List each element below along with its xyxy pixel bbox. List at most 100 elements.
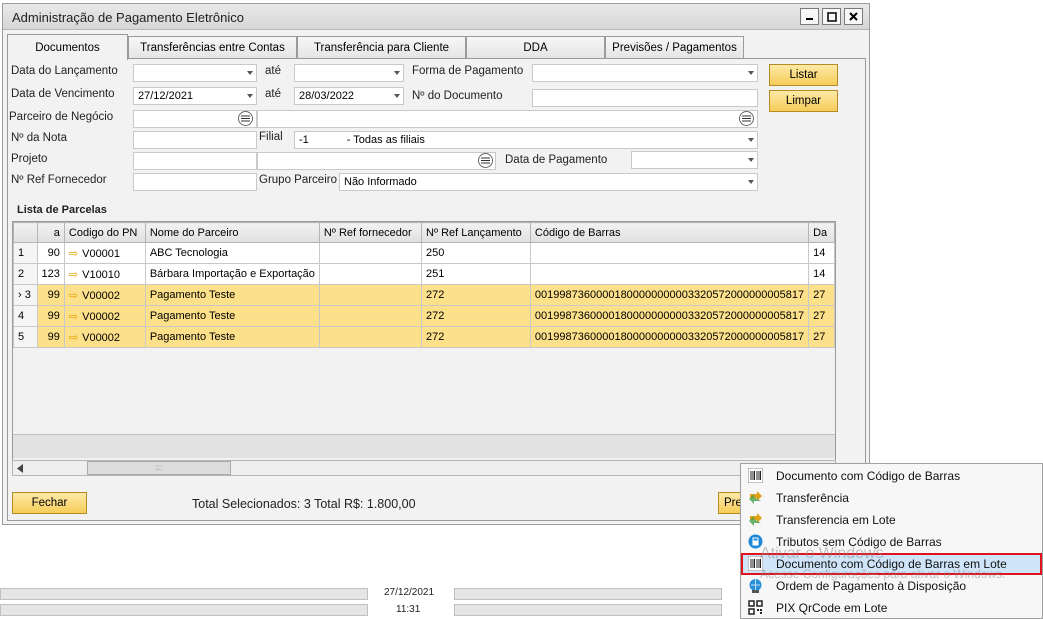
barcode-icon xyxy=(747,555,764,572)
tab-transferencias-entre-contas[interactable]: Transferências entre Contas xyxy=(128,36,297,59)
pagamento-type-menu: Documento com Código de Barras Transferê… xyxy=(740,463,1043,619)
parcelas-grid: a Codigo do PN Nome do Parceiro Nº Ref f… xyxy=(12,221,836,476)
table-row-selected[interactable]: › 3 99 ⇨ V00002 Pagamento Teste 272 00199… xyxy=(13,284,835,306)
forma-pagamento-label: Forma de Pagamento xyxy=(412,65,524,77)
fechar-button[interactable]: Fechar xyxy=(12,492,87,514)
data-vencimento-ate-field[interactable]: 28/03/2022 xyxy=(294,87,404,105)
col-header[interactable] xyxy=(13,222,38,243)
row-number[interactable]: › 3 xyxy=(13,284,38,306)
ate-label-2: até xyxy=(265,88,281,100)
col-header[interactable]: Código de Barras xyxy=(529,222,810,243)
col-header[interactable]: Nº Ref fornecedor xyxy=(318,222,423,243)
parceiro-label: Parceiro de Negócio xyxy=(9,111,114,123)
table-row[interactable]: 1 90 ⇨ V00001 ABC Tecnologia 250 14 xyxy=(13,242,835,264)
horizontal-scrollbar[interactable]: ::: xyxy=(12,460,836,476)
total-selecionados: Total Selecionados: 3 Total R$: 1.800,00 xyxy=(192,497,416,511)
scroll-thumb[interactable]: ::: xyxy=(87,461,231,475)
projeto-label: Projeto xyxy=(11,153,48,165)
row-number[interactable]: 5 xyxy=(13,326,38,348)
status-time: 11:31 xyxy=(396,604,421,615)
tab-previsoes-pagamentos[interactable]: Previsões / Pagamentos xyxy=(605,36,744,59)
table-row-selected[interactable]: 5 99 ⇨ V00002 Pagamento Teste 272 0019987… xyxy=(13,326,835,348)
scroll-left-icon xyxy=(17,464,23,473)
chevron-down-icon xyxy=(748,180,754,184)
chevron-down-icon xyxy=(394,94,400,98)
transfer-batch-icon xyxy=(748,512,763,527)
filial-select[interactable]: -1- Todas as filiais xyxy=(294,131,758,149)
projeto-codigo-input[interactable] xyxy=(133,152,257,170)
link-arrow-icon[interactable]: ⇨ xyxy=(69,332,78,344)
grupo-parceiro-label: Grupo Parceiro xyxy=(259,174,337,186)
col-header[interactable]: Da xyxy=(808,222,835,243)
current-row-icon: › xyxy=(18,289,22,301)
menu-item-pix-qrcode[interactable]: PIX QrCode em Lote xyxy=(741,597,1042,619)
row-number[interactable]: 1 xyxy=(13,242,38,264)
parceiro-nome-input[interactable] xyxy=(257,110,758,128)
menu-item-transferencia-lote[interactable]: Transferencia em Lote xyxy=(741,509,1042,531)
menu-item-tributos[interactable]: Tributos sem Código de Barras xyxy=(741,531,1042,553)
link-arrow-icon[interactable]: ⇨ xyxy=(69,290,78,302)
minimize-button[interactable] xyxy=(800,8,819,25)
limpar-button[interactable]: Limpar xyxy=(769,90,838,112)
tab-transferencia-para-cliente[interactable]: Transferência para Cliente xyxy=(297,36,466,59)
row-number[interactable]: 4 xyxy=(13,305,38,327)
title-bar[interactable]: Administração de Pagamento Eletrônico xyxy=(3,4,869,30)
barcode-icon xyxy=(747,467,764,484)
maximize-button[interactable] xyxy=(822,8,841,25)
grid-header: a Codigo do PN Nome do Parceiro Nº Ref f… xyxy=(13,222,835,243)
filial-label: Filial xyxy=(259,131,283,143)
col-header[interactable]: Nº Ref Lançamento xyxy=(421,222,531,243)
row-number[interactable]: 2 xyxy=(13,263,38,285)
forma-pagamento-select[interactable] xyxy=(532,64,758,82)
grupo-parceiro-select[interactable]: Não Informado xyxy=(339,173,758,191)
data-lancamento-de-field[interactable] xyxy=(133,64,257,82)
link-arrow-icon[interactable]: ⇨ xyxy=(69,248,78,260)
tab-dda[interactable]: DDA xyxy=(466,36,605,59)
maximize-icon xyxy=(826,11,837,22)
link-arrow-icon[interactable]: ⇨ xyxy=(69,269,78,281)
col-header[interactable]: Codigo do PN xyxy=(63,222,146,243)
data-vencimento-label: Data de Vencimento xyxy=(11,88,115,100)
table-row[interactable]: 2 123 ⇨ V10010 Bárbara Importação e Expor… xyxy=(13,263,835,285)
tab-documentos[interactable]: Documentos xyxy=(7,34,128,60)
globe-icon xyxy=(748,578,763,593)
choose-from-list-icon[interactable] xyxy=(238,111,253,126)
data-pagamento-field[interactable] xyxy=(631,151,758,169)
grid-footer-row xyxy=(13,434,835,458)
chevron-down-icon xyxy=(748,158,754,162)
data-vencimento-de-field[interactable]: 27/12/2021 xyxy=(133,87,257,105)
col-header[interactable]: a xyxy=(36,222,65,243)
parcelas-table: a Codigo do PN Nome do Parceiro Nº Ref f… xyxy=(13,222,835,348)
window-title: Administração de Pagamento Eletrônico xyxy=(12,10,244,25)
ref-fornecedor-input[interactable] xyxy=(133,173,257,191)
menu-item-ordem-pagamento[interactable]: Ordem de Pagamento à Disposição xyxy=(741,575,1042,597)
minimize-icon xyxy=(806,18,813,20)
status-field xyxy=(0,588,368,600)
status-date: 27/12/2021 xyxy=(384,587,435,598)
choose-from-list-icon[interactable] xyxy=(478,153,493,168)
choose-from-list-icon[interactable] xyxy=(739,111,754,126)
status-field xyxy=(0,604,368,616)
chevron-down-icon xyxy=(247,71,253,75)
close-button[interactable] xyxy=(844,8,863,25)
menu-item-transferencia[interactable]: Transferência xyxy=(741,487,1042,509)
num-documento-input[interactable] xyxy=(532,89,758,107)
link-arrow-icon[interactable]: ⇨ xyxy=(69,311,78,323)
num-nota-label: Nº da Nota xyxy=(11,132,67,144)
calculator-icon xyxy=(748,534,763,549)
projeto-nome-input[interactable] xyxy=(257,152,496,170)
status-field xyxy=(454,604,722,616)
qrcode-icon xyxy=(748,600,763,615)
lista-parcelas-label: Lista de Parcelas xyxy=(17,204,107,216)
table-row-selected[interactable]: 4 99 ⇨ V00002 Pagamento Teste 272 0019987… xyxy=(13,305,835,327)
ate-label: até xyxy=(265,65,281,77)
data-lancamento-ate-field[interactable] xyxy=(294,64,404,82)
menu-item-documento-codigo-barras-lote[interactable]: Documento com Código de Barras em Lote xyxy=(741,553,1042,575)
listar-button[interactable]: Listar xyxy=(769,64,838,86)
menu-item-documento-codigo-barras[interactable]: Documento com Código de Barras xyxy=(741,465,1042,487)
col-header[interactable]: Nome do Parceiro xyxy=(144,222,320,243)
chevron-down-icon xyxy=(247,94,253,98)
data-pagamento-label: Data de Pagamento xyxy=(505,154,608,166)
num-nota-input[interactable] xyxy=(133,131,257,149)
chevron-down-icon xyxy=(748,71,754,75)
